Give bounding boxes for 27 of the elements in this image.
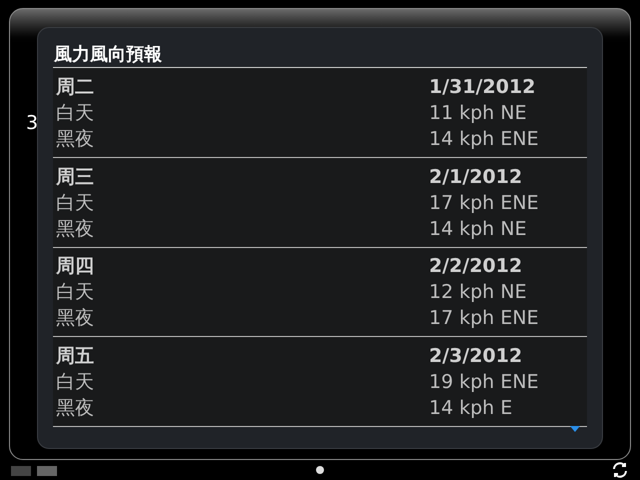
wind-reading: 11 kph NE — [429, 100, 527, 126]
day-name: 周二 — [56, 74, 95, 100]
wind-reading: 12 kph NE — [429, 280, 527, 306]
wind-reading: 19 kph ENE — [429, 370, 539, 395]
period-label: 黑夜 — [56, 396, 95, 421]
background-label: 3 — [26, 111, 38, 136]
forecast-date: 2/3/2012 — [429, 344, 522, 369]
day-name: 周三 — [56, 164, 95, 190]
wind-reading: 17 kph ENE — [429, 190, 539, 216]
period-label: 白天 — [56, 280, 95, 306]
refresh-icon[interactable] — [612, 462, 628, 478]
period-label: 白天 — [56, 100, 95, 126]
dialog-title: 風力風向預報 — [53, 43, 163, 67]
forecast-date: 1/31/2012 — [429, 74, 536, 100]
wind-reading: 17 kph ENE — [429, 306, 539, 332]
wind-reading: 14 kph E — [429, 396, 512, 421]
forecast-date: 2/2/2012 — [429, 254, 522, 280]
period-label: 黑夜 — [56, 216, 95, 242]
period-label: 黑夜 — [56, 306, 95, 332]
period-label: 白天 — [56, 370, 95, 395]
forecast-date: 2/1/2012 — [429, 164, 522, 190]
day-name: 周五 — [56, 344, 95, 369]
period-label: 白天 — [56, 190, 95, 216]
day-name: 周四 — [56, 254, 95, 280]
period-label: 黑夜 — [56, 126, 95, 152]
wind-reading: 14 kph NE — [429, 216, 527, 242]
wind-reading: 14 kph ENE — [429, 126, 539, 152]
